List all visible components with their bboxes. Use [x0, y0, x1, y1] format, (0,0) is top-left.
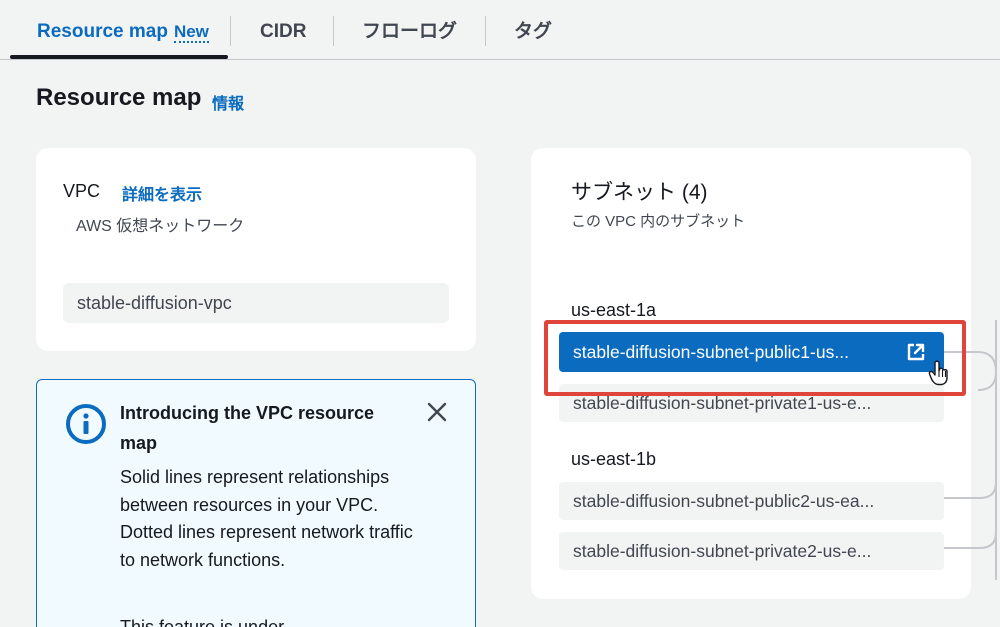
tab-bar: Resource map New CIDR フローログ タグ [0, 0, 1000, 60]
subnet-item-private2[interactable]: stable-diffusion-subnet-private2-us-e... [559, 532, 944, 570]
tab-tags[interactable]: タグ [514, 18, 552, 46]
tab-divider [230, 16, 231, 46]
active-tab-indicator [10, 55, 228, 59]
info-alert-body-more: This feature is under [120, 617, 285, 627]
page-title: Resource map [36, 84, 202, 111]
az-label: us-east-1b [571, 449, 657, 469]
tab-cidr[interactable]: CIDR [260, 18, 306, 46]
tab-divider [485, 16, 486, 46]
tab-resource-map-label: Resource map [37, 21, 168, 42]
subnets-title: サブネット (4) [571, 181, 708, 204]
tab-resource-map[interactable]: Resource map New [37, 18, 209, 46]
info-circle-icon [66, 404, 106, 444]
highlight-annotation [544, 320, 966, 396]
vpc-details-link[interactable]: 詳細を表示 [122, 181, 202, 205]
vpc-name-chip[interactable]: stable-diffusion-vpc [63, 283, 449, 323]
tab-flow-logs[interactable]: フローログ [362, 18, 457, 46]
vpc-card: VPC 詳細を表示 AWS 仮想ネットワーク stable-diffusion-… [36, 148, 476, 351]
close-icon[interactable] [425, 400, 449, 424]
subnet-item-public2[interactable]: stable-diffusion-subnet-public2-us-ea... [559, 482, 944, 520]
info-link[interactable]: 情報 [212, 90, 244, 114]
hand-pointer-icon [928, 360, 948, 386]
az-label: us-east-1a [571, 300, 657, 320]
vpc-label: VPC [63, 181, 101, 201]
info-alert: Introducing the VPC resource map Solid l… [36, 379, 476, 627]
new-badge: New [173, 22, 209, 43]
info-alert-body: Solid lines represent relationships betw… [120, 467, 413, 570]
vpc-subtitle: AWS 仮想ネットワーク [76, 218, 245, 235]
subnets-description: この VPC 内のサブネット [571, 213, 746, 230]
tab-divider [333, 16, 334, 46]
info-alert-title: Introducing the VPC resource map [120, 403, 375, 453]
